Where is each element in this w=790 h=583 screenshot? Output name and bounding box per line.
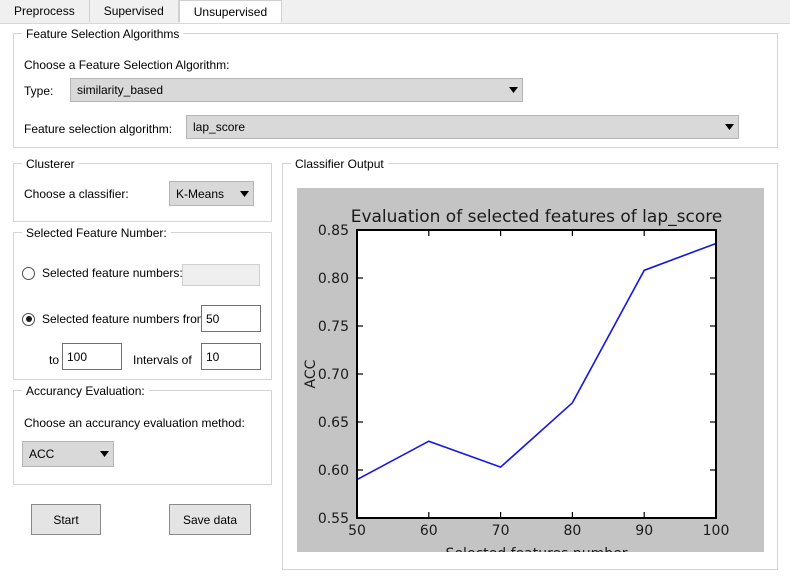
svg-text:70: 70 (492, 523, 510, 539)
svg-text:0.55: 0.55 (318, 511, 349, 527)
accurancy-evaluation-method-combobox[interactable]: ACC (22, 441, 114, 467)
svg-text:0.70: 0.70 (318, 367, 349, 383)
start-button[interactable]: Start (31, 504, 101, 535)
svg-text:100: 100 (703, 523, 730, 539)
chevron-down-icon (720, 124, 738, 130)
radio-selected-feature-numbers-label: Selected feature numbers: (42, 266, 183, 280)
svg-text:Selected features number: Selected features number (445, 546, 627, 552)
tab-supervised-label: Supervised (103, 4, 164, 18)
svg-text:0.80: 0.80 (318, 271, 349, 287)
feature-selection-algorithms-group: Feature Selection Algorithms Choose a Fe… (13, 27, 778, 148)
svg-text:Evaluation of selected feature: Evaluation of selected features of lap_s… (351, 207, 723, 227)
selected-feature-number-group-title: Selected Feature Number: (22, 226, 171, 240)
accurancy-evaluation-method-value: ACC (29, 447, 55, 461)
svg-text:50: 50 (348, 523, 366, 539)
feature-selection-group-title: Feature Selection Algorithms (22, 27, 184, 41)
type-combobox[interactable]: similarity_based (70, 78, 523, 102)
feature-selection-algorithm-label: Feature selection algorithm: (24, 122, 173, 136)
classifier-output-group-title: Classifier Output (291, 157, 388, 171)
evaluation-chart: Evaluation of selected features of lap_s… (297, 188, 764, 552)
tab-preprocess-label: Preprocess (14, 4, 75, 18)
tab-bar: Preprocess Supervised Unsupervised (0, 0, 790, 24)
range-interval-input[interactable] (201, 343, 261, 370)
svg-text:60: 60 (420, 523, 438, 539)
choose-classifier-label: Choose a classifier: (24, 187, 129, 201)
tab-unsupervised-label: Unsupervised (193, 5, 268, 19)
type-label: Type: (24, 84, 54, 98)
evaluation-chart-svg: Evaluation of selected features of lap_s… (303, 207, 730, 552)
svg-text:0.65: 0.65 (318, 415, 349, 431)
save-data-button-label: Save data (182, 512, 238, 527)
tab-unsupervised[interactable]: Unsupervised (178, 0, 283, 23)
type-combobox-value: similarity_based (77, 83, 164, 97)
svg-text:90: 90 (635, 523, 653, 539)
save-data-button[interactable]: Save data (169, 504, 251, 535)
choose-accurancy-evaluation-method-label: Choose an accurancy evaluation method: (24, 416, 245, 430)
classifier-combobox[interactable]: K-Means (169, 181, 254, 206)
svg-text:ACC: ACC (303, 359, 319, 388)
radio-selected-feature-numbers-range-label: Selected feature numbers from (42, 312, 207, 326)
svg-text:80: 80 (563, 523, 581, 539)
tab-supervised[interactable]: Supervised (89, 0, 179, 22)
radio-dot-range (22, 312, 35, 326)
choose-feature-selection-algorithm-label: Choose a Feature Selection Algorithm: (24, 58, 230, 72)
chevron-down-icon (504, 87, 522, 93)
tab-strip: Preprocess Supervised Unsupervised (0, 0, 283, 23)
chevron-down-icon (235, 190, 253, 197)
chevron-down-icon (95, 451, 113, 457)
accurancy-evaluation-group-title: Accurancy Evaluation: (22, 384, 149, 398)
radio-dot-single (22, 266, 35, 280)
intervals-label: Intervals of (133, 353, 192, 367)
feature-selection-algorithm-value: lap_score (193, 120, 246, 134)
selected-feature-numbers-input[interactable] (182, 264, 260, 286)
svg-text:0.85: 0.85 (318, 223, 349, 239)
clusterer-group: Clusterer Choose a classifier: K-Means (13, 157, 272, 222)
clusterer-group-title: Clusterer (22, 157, 79, 171)
range-to-input[interactable] (62, 343, 122, 370)
svg-text:0.75: 0.75 (318, 319, 349, 335)
feature-selection-algorithm-combobox[interactable]: lap_score (186, 115, 739, 139)
classifier-combobox-value: K-Means (176, 186, 225, 201)
selected-feature-number-group: Selected Feature Number: Selected featur… (13, 226, 272, 380)
start-button-label: Start (53, 512, 79, 527)
svg-text:0.60: 0.60 (318, 463, 349, 479)
radio-selected-feature-numbers[interactable]: Selected feature numbers: (22, 266, 183, 280)
radio-selected-feature-numbers-range[interactable]: Selected feature numbers from (22, 312, 207, 326)
accurancy-evaluation-group: Accurancy Evaluation: Choose an accuranc… (13, 384, 272, 485)
range-from-input[interactable] (201, 305, 261, 332)
tab-preprocess[interactable]: Preprocess (0, 0, 90, 22)
to-label: to (49, 353, 60, 367)
